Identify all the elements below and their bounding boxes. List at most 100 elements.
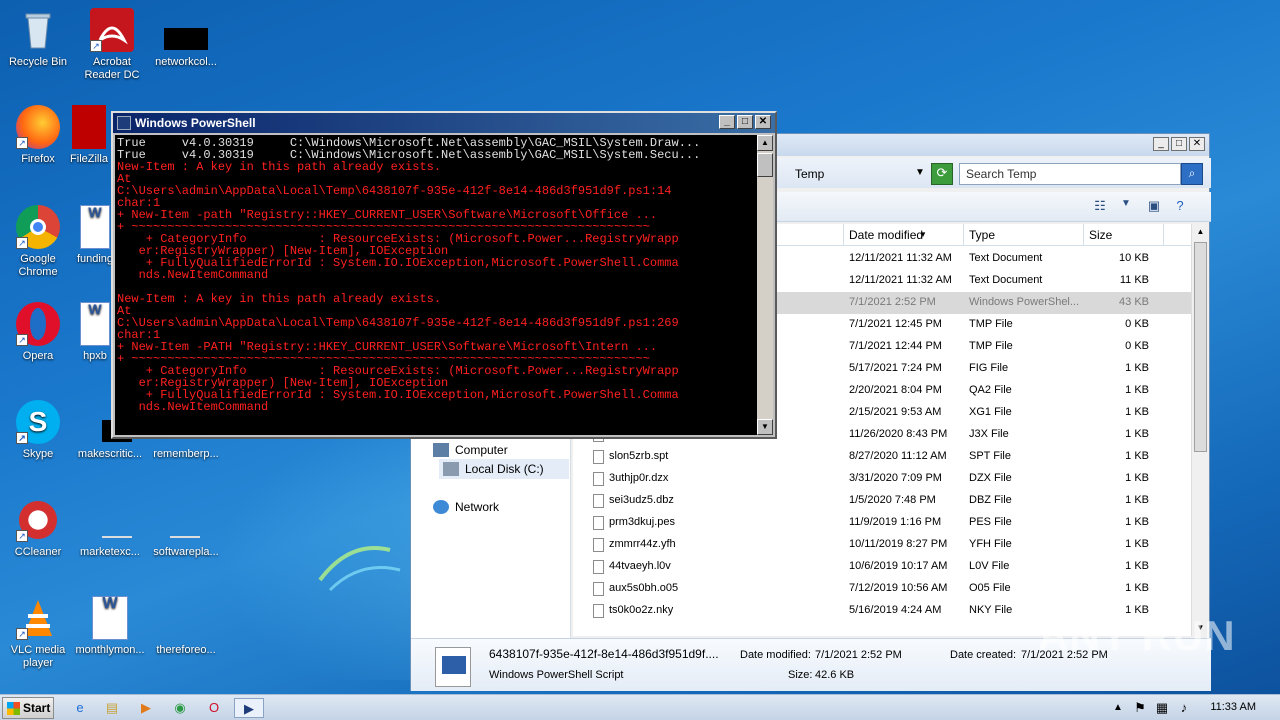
maximize-icon[interactable]: □ [1171, 137, 1187, 151]
ccleaner-icon: ↗ [16, 498, 60, 542]
file-name: prm3dkuj.pes [609, 516, 676, 528]
acrobat-icon: ↗ [90, 8, 134, 52]
taskbar: Start e ▤ ▶ ◉ O ▶ ▲ ⚑ ▦ ♪ 11:33 AM [0, 694, 1280, 720]
desktop-icon-networkcol[interactable]: networkcol... [148, 8, 224, 69]
shortcut-arrow-icon: ↗ [90, 40, 102, 52]
scroll-thumb[interactable] [1194, 242, 1207, 452]
console-line: C:\Users\admin\AppData\Local\Temp\643810… [117, 184, 672, 198]
file-row[interactable]: 3uthjp0r.dzx 3/31/2020 7:09 PM DZX File 1 K… [573, 468, 1191, 490]
powershell-taskbar-icon[interactable]: ▶ [234, 698, 264, 718]
media-player-icon[interactable]: ▶ [134, 698, 158, 718]
shortcut-arrow-icon: ↗ [16, 137, 28, 149]
shortcut-arrow-icon: ↗ [16, 334, 28, 346]
file-type: Windows PowerShel... [969, 296, 1080, 308]
close-icon[interactable]: ✕ [1189, 137, 1205, 151]
file-date: 7/1/2021 12:45 PM [849, 318, 942, 330]
chevron-down-icon[interactable]: ▼ [915, 167, 925, 178]
refresh-icon[interactable]: ⟳ [931, 163, 953, 185]
file-size: 1 KB [1125, 560, 1149, 572]
address-box[interactable] [773, 163, 925, 185]
desktop-icon-ccleaner[interactable]: ↗ CCleaner [0, 498, 76, 559]
network-tray-icon[interactable]: ▦ [1150, 698, 1174, 718]
powershell-titlebar[interactable]: Windows PowerShell _ □ ✕ [113, 113, 775, 133]
tray-expand-icon[interactable]: ▲ [1106, 698, 1130, 718]
file-row[interactable]: zmmrr44z.yfh 10/11/2019 8:27 PM YFH File 1 … [573, 534, 1191, 556]
preview-pane-icon[interactable]: ▣ [1145, 198, 1163, 214]
file-type: TMP File [969, 340, 1013, 352]
file-size: 1 KB [1125, 362, 1149, 374]
close-icon[interactable]: ✕ [755, 115, 771, 129]
chevron-down-icon[interactable]: ▼ [1117, 198, 1135, 214]
help-icon[interactable]: ? [1171, 198, 1189, 214]
flag-tray-icon[interactable]: ⚑ [1128, 698, 1152, 718]
powershell-window[interactable]: Windows PowerShell _ □ ✕ True v4.0.30319… [111, 111, 777, 439]
opera-icon: ↗ [16, 302, 60, 346]
file-size: 43 KB [1119, 296, 1149, 308]
file-date: 3/31/2020 7:09 PM [849, 472, 942, 484]
file-size: 1 KB [1125, 384, 1149, 396]
minimize-icon[interactable]: _ [1153, 137, 1169, 151]
nav-item-local-disk[interactable]: Local Disk (C:) [439, 459, 569, 479]
desktop-icon-marketexc[interactable]: marketexc... [72, 498, 148, 559]
scroll-thumb[interactable] [757, 153, 773, 177]
column-type[interactable]: Type [969, 228, 995, 242]
nav-item-network[interactable]: Network [429, 497, 503, 517]
excel-icon [164, 596, 208, 640]
desktop-icon-vlc[interactable]: ↗ VLC media player [0, 596, 76, 670]
file-size: 1 KB [1125, 516, 1149, 528]
file-row[interactable]: slon5zrb.spt 8/27/2020 11:12 AM SPT File 1 … [573, 446, 1191, 468]
volume-icon[interactable]: ♪ [1172, 698, 1196, 718]
desktop-icon-chrome[interactable]: ↗ Google Chrome [0, 205, 76, 279]
folder-icon[interactable]: ▤ [100, 698, 124, 718]
view-options-icon[interactable]: ☷ [1091, 198, 1109, 214]
desktop-icon-filezilla[interactable]: FileZilla [64, 105, 114, 166]
ie-icon[interactable]: e [68, 698, 92, 718]
chrome-taskbar-icon[interactable]: ◉ [168, 698, 192, 718]
file-row[interactable]: sei3udz5.dbz 1/5/2020 7:48 PM DBZ File 1 KB [573, 490, 1191, 512]
clock[interactable]: 11:33 AM [1210, 701, 1256, 713]
file-name: zmmrr44z.yfh [609, 538, 676, 550]
desktop-icon-acrobat[interactable]: ↗ Acrobat Reader DC [74, 8, 150, 82]
vertical-scrollbar[interactable]: ▲ ▼ [1191, 224, 1209, 636]
file-icon [593, 516, 604, 530]
column-size[interactable]: Size [1089, 228, 1112, 242]
search-input[interactable]: Search Temp [959, 163, 1181, 185]
console-output[interactable]: True v4.0.30319 C:\Windows\Microsoft.Net… [115, 135, 759, 435]
firefox-icon: ↗ [16, 105, 60, 149]
desktop-icon-recycle-bin[interactable]: Recycle Bin [0, 8, 76, 69]
scroll-up-icon[interactable]: ▲ [1192, 224, 1209, 240]
start-button[interactable]: Start [2, 697, 54, 719]
desktop-icon-softwarepla[interactable]: softwarepla... [148, 498, 224, 559]
file-type: YFH File [969, 538, 1012, 550]
file-icon [593, 560, 604, 574]
maximize-icon[interactable]: □ [737, 115, 753, 129]
sort-icon: ▼ [919, 230, 927, 239]
file-date: 10/11/2019 8:27 PM [849, 538, 948, 550]
powershell-title: Windows PowerShell [135, 116, 256, 130]
nav-item-computer[interactable]: Computer [429, 440, 512, 460]
vlc-icon: ↗ [16, 596, 60, 640]
file-row[interactable]: 44tvaeyh.l0v 10/6/2019 10:17 AM L0V File 1 … [573, 556, 1191, 578]
watermark: ANY RUN [1038, 612, 1236, 659]
scroll-down-icon[interactable]: ▼ [757, 419, 773, 435]
scroll-up-icon[interactable]: ▲ [757, 135, 773, 151]
word-icon: W [80, 302, 110, 346]
desktop-icon-monthlymon[interactable]: W monthlymon... [72, 596, 148, 657]
console-line: nds.NewItemCommand [117, 400, 269, 414]
console-scrollbar[interactable]: ▲ ▼ [757, 135, 773, 435]
file-date: 7/1/2021 12:44 PM [849, 340, 942, 352]
file-row[interactable]: prm3dkuj.pes 11/9/2019 1:16 PM PES File 1 K… [573, 512, 1191, 534]
desktop-icon-opera[interactable]: ↗ Opera [0, 302, 76, 363]
minimize-icon[interactable]: _ [719, 115, 735, 129]
console-line: New-Item : A key in this path already ex… [117, 160, 442, 174]
recycle-bin-icon [16, 8, 60, 52]
file-size: 1 KB [1125, 472, 1149, 484]
file-row[interactable]: aux5s0bh.o05 7/12/2019 10:56 AM O05 File 1 … [573, 578, 1191, 600]
column-date-modified[interactable]: Date modified [849, 228, 923, 242]
file-name: aux5s0bh.o05 [609, 582, 679, 594]
desktop-icon-thereforeo[interactable]: thereforeo... [148, 596, 224, 657]
opera-taskbar-icon[interactable]: O [202, 698, 226, 718]
search-icon[interactable]: ⌕ [1181, 163, 1203, 185]
desktop-icon-skype[interactable]: S ↗ Skype [0, 400, 76, 461]
details-filetype: Windows PowerShell Script [489, 669, 624, 681]
